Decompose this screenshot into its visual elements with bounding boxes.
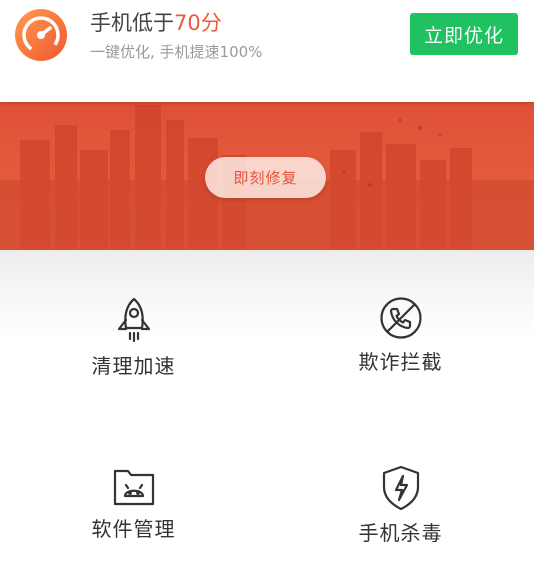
shield-lightning-icon [382,465,419,511]
tool-label: 手机杀毒 [358,521,443,545]
tool-label: 清理加速 [91,354,176,378]
repair-now-button[interactable]: 即刻修复 [205,157,326,198]
blocked-phone-icon [379,297,422,339]
tools-grid: 清理加速 欺诈拦截 软件管理 手机杀毒 [0,250,534,564]
android-folder-icon [113,469,154,506]
phone-score: 70分 [174,11,222,35]
tool-label: 欺诈拦截 [358,350,443,374]
tool-app-management[interactable]: 软件管理 [0,415,267,565]
optimize-notification-bar: 手机低于70分 一键优化, 手机提速100% 立即优化 [0,0,534,102]
notification-subtitle: 一键优化, 手机提速100% [90,43,263,61]
tool-antivirus[interactable]: 手机杀毒 [267,415,534,565]
notification-title: 手机低于70分 [90,7,222,37]
tool-cleanup-accelerate[interactable]: 清理加速 [0,250,267,400]
tool-fraud-interception[interactable]: 欺诈拦截 [267,250,534,400]
title-prefix: 手机低于 [90,11,174,35]
speedometer-icon [15,9,67,61]
optimize-now-button[interactable]: 立即优化 [410,13,518,55]
tool-label: 软件管理 [91,517,176,541]
rocket-icon [117,297,150,343]
